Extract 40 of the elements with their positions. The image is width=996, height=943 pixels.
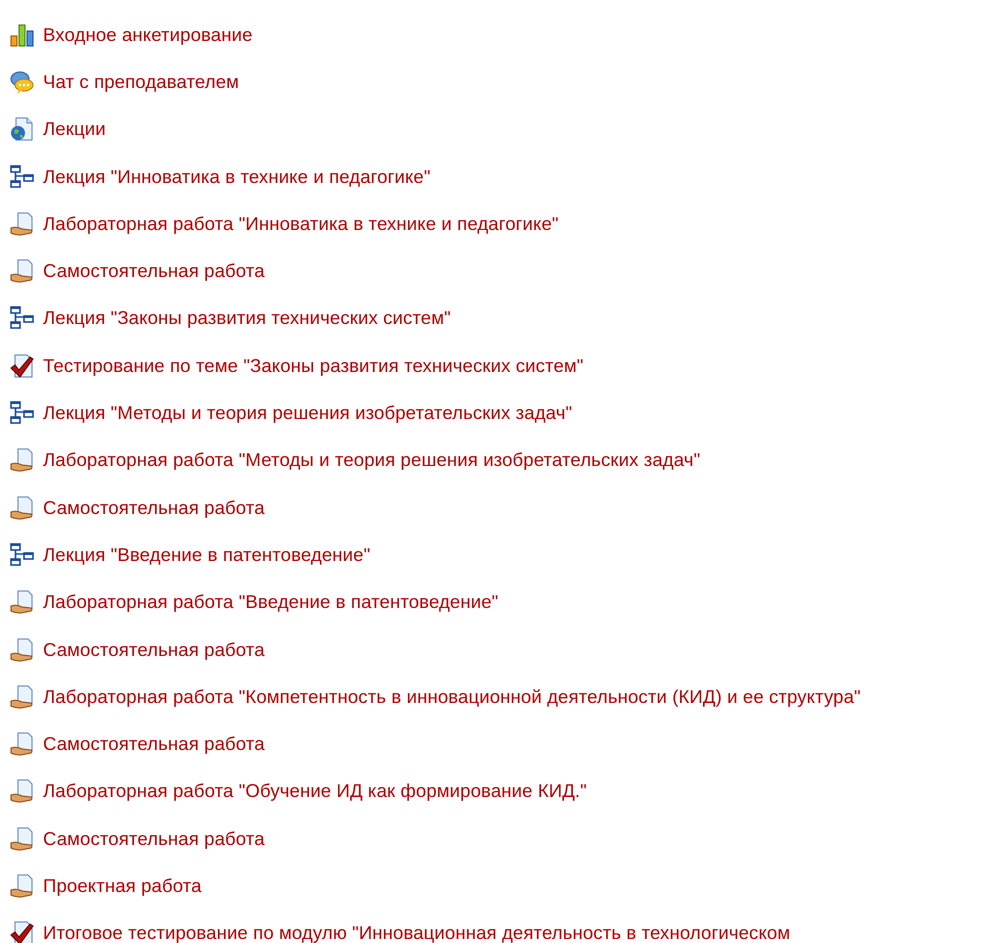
- hand-document-icon: [10, 212, 34, 236]
- hand-document-icon: [10, 496, 34, 520]
- chat-bubbles-icon: [10, 70, 34, 94]
- activity-link[interactable]: Лекция "Методы и теория решения изобретательских задач": [43, 399, 572, 427]
- checkmark-document-icon: [10, 354, 34, 378]
- activity-link[interactable]: Лабораторная работа "Компетентность в инновационной деятельности (КИД) и ее структура": [43, 682, 861, 711]
- activity-link[interactable]: Самостоятельная работа: [43, 636, 265, 664]
- hand-document-icon: [10, 259, 34, 284]
- bar-chart-icon: [10, 22, 34, 47]
- activity-link[interactable]: Проектная работа: [43, 872, 202, 900]
- hand-document-icon: [10, 874, 34, 898]
- flowchart-icon: [10, 306, 34, 330]
- hand-document-icon: [10, 448, 34, 472]
- activity-link[interactable]: Входное анкетирование: [43, 20, 253, 49]
- flowchart-icon: [10, 542, 34, 567]
- hand-document-icon: [10, 826, 34, 851]
- activity-link[interactable]: Лабораторная работа "Обучение ИД как формирование КИД.": [43, 777, 587, 806]
- activity-link[interactable]: Самостоятельная работа: [43, 824, 265, 853]
- hand-document-icon: [10, 638, 34, 662]
- activity-link[interactable]: Лабораторная работа "Введение в патентоведение": [43, 588, 498, 616]
- globe-document-icon: [10, 117, 34, 142]
- hand-document-icon: [10, 779, 34, 804]
- activity-link[interactable]: Лабораторная работа "Инноватика в технике и педагогике": [43, 210, 559, 238]
- activity-link[interactable]: Самостоятельная работа: [43, 257, 265, 286]
- activity-link[interactable]: Самостоятельная работа: [43, 730, 265, 758]
- checkmark-document-icon: [10, 921, 34, 943]
- activity-link[interactable]: Лекции: [43, 115, 106, 144]
- activity-link[interactable]: Тестирование по теме "Законы развития технических систем": [43, 352, 584, 380]
- activity-link[interactable]: Лекция "Инноватика в технике и педагогике": [43, 162, 431, 190]
- hand-document-icon: [10, 590, 34, 614]
- activity-link[interactable]: Лекция "Введение в патентоведение": [43, 540, 370, 569]
- hand-document-icon: [10, 684, 34, 709]
- activity-link[interactable]: Лабораторная работа "Методы и теория решения изобретательских задач": [43, 446, 700, 474]
- activity-link[interactable]: Итоговое тестирование по модулю "Инновационная деятельность в технологическом: [43, 919, 790, 943]
- activity-link[interactable]: Лекция "Законы развития технических систем": [43, 304, 451, 332]
- hand-document-icon: [10, 732, 34, 756]
- flowchart-icon: [10, 164, 34, 189]
- activity-link[interactable]: Чат с преподавателем: [43, 68, 240, 96]
- activity-link[interactable]: Самостоятельная работа: [43, 494, 265, 522]
- flowchart-icon: [10, 401, 34, 426]
